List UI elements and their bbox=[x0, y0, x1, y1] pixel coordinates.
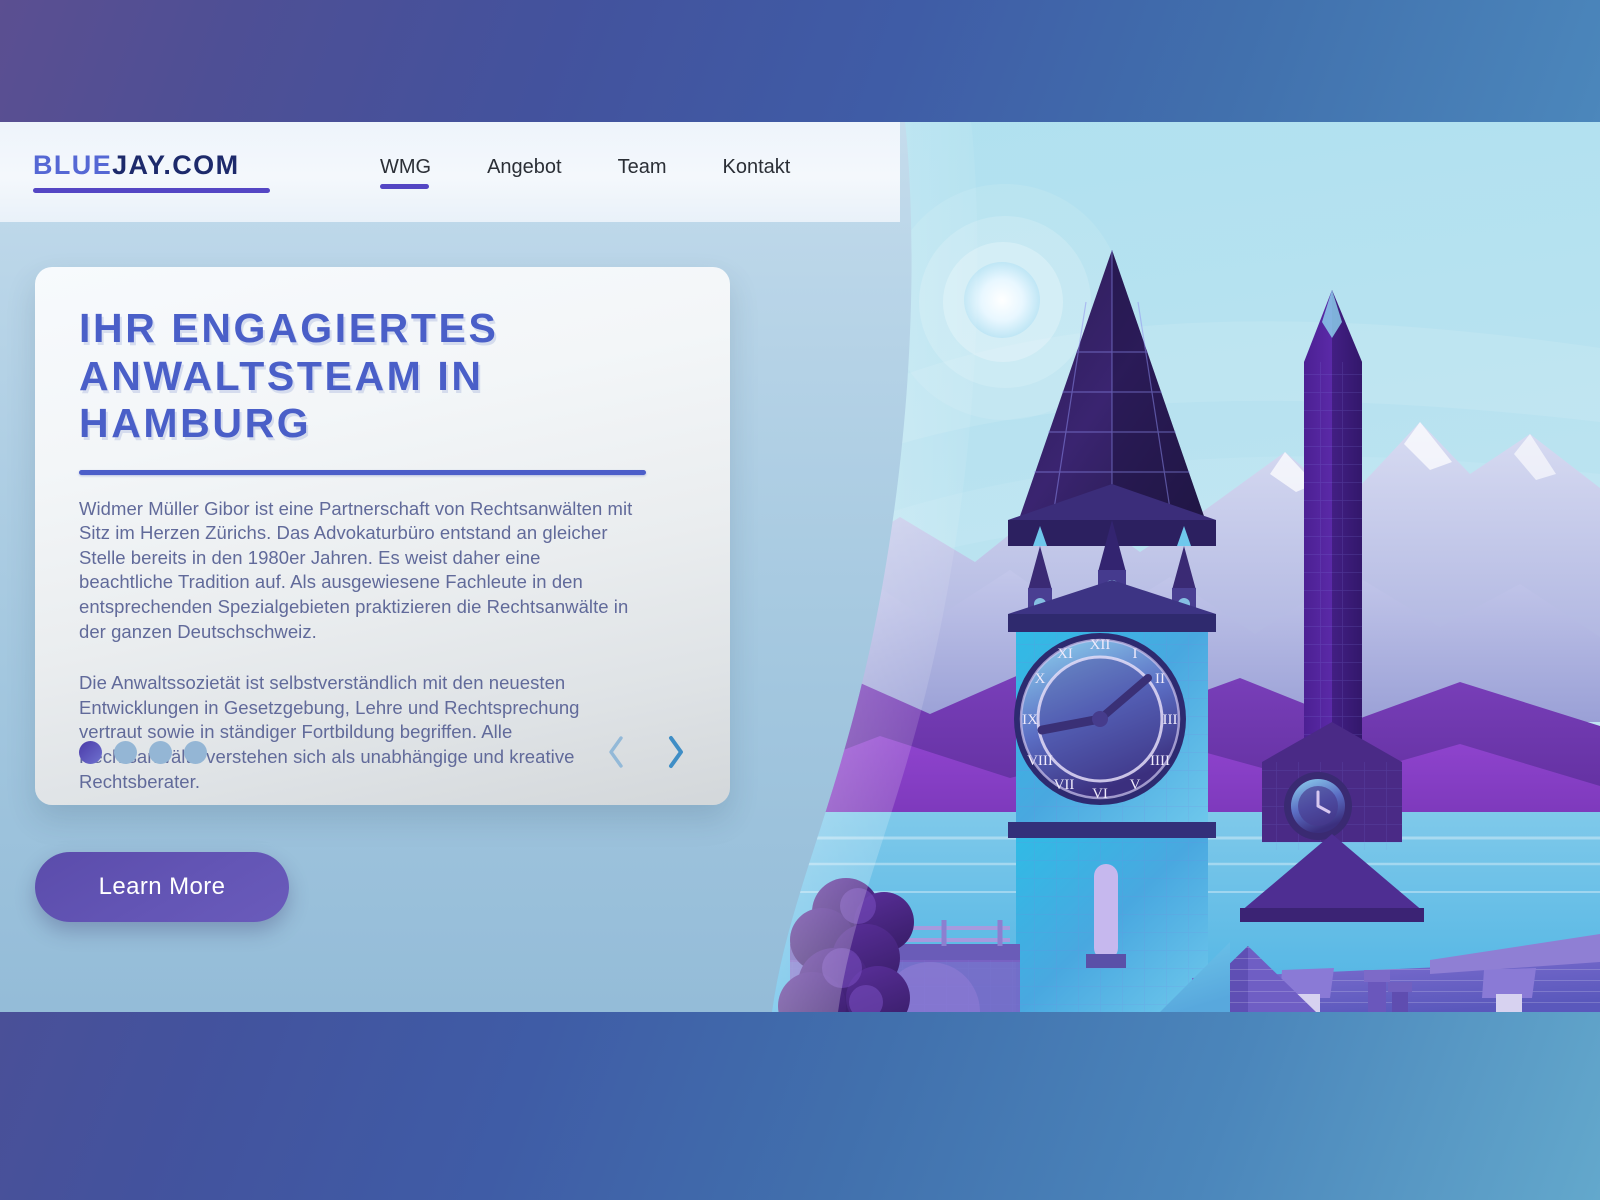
svg-text:IX: IX bbox=[1022, 712, 1038, 728]
nav-item-team[interactable]: Team bbox=[618, 156, 667, 189]
logo-text-blue: BLUE bbox=[33, 149, 113, 180]
svg-text:VII: VII bbox=[1054, 777, 1075, 793]
nav-item-kontakt[interactable]: Kontakt bbox=[723, 156, 791, 189]
svg-text:VIII: VIII bbox=[1027, 753, 1053, 769]
carousel-dots bbox=[79, 740, 207, 764]
svg-text:IIII: IIII bbox=[1150, 753, 1170, 769]
site-header: BLUEJAY.COM WMG Angebot Team Kontakt bbox=[0, 122, 900, 222]
svg-text:XII: XII bbox=[1090, 637, 1111, 653]
svg-text:VI: VI bbox=[1092, 786, 1108, 802]
logo-underline bbox=[33, 187, 270, 193]
logo-text-dark: JAY.COM bbox=[112, 149, 240, 180]
learn-more-button[interactable]: Learn More bbox=[35, 852, 289, 922]
chevron-left-icon[interactable] bbox=[606, 735, 626, 769]
nav-item-wmg[interactable]: WMG bbox=[380, 156, 431, 189]
page-title: IHR ENGAGIERTES ANWALTSTEAM IN HAMBURG bbox=[79, 305, 686, 448]
heading-line-1: IHR ENGAGIERTES bbox=[79, 305, 499, 351]
outer-frame: XII I II III IIII V VI VII VIII IX X XI … bbox=[0, 0, 1600, 1200]
svg-text:X: X bbox=[1035, 671, 1046, 687]
carousel-dot-3[interactable] bbox=[149, 740, 172, 764]
carousel-arrows bbox=[606, 735, 686, 769]
logo[interactable]: BLUEJAY.COM bbox=[33, 149, 270, 193]
svg-text:XI: XI bbox=[1057, 646, 1073, 662]
hero-paragraph-1: Widmer Müller Gibor ist eine Partnerscha… bbox=[79, 497, 633, 642]
svg-text:III: III bbox=[1163, 712, 1178, 728]
carousel-dot-4[interactable] bbox=[184, 740, 207, 764]
browser-page: XII I II III IIII V VI VII VIII IX X XI … bbox=[0, 122, 1600, 1012]
carousel-dot-2[interactable] bbox=[114, 740, 137, 764]
title-divider bbox=[79, 469, 646, 475]
chevron-right-icon[interactable] bbox=[666, 735, 686, 769]
svg-text:II: II bbox=[1155, 671, 1165, 687]
main-nav: WMG Angebot Team Kontakt bbox=[380, 156, 790, 189]
svg-text:V: V bbox=[1130, 777, 1141, 793]
nav-item-angebot[interactable]: Angebot bbox=[487, 156, 562, 189]
hero-card: IHR ENGAGIERTES ANWALTSTEAM IN HAMBURG W… bbox=[35, 267, 730, 805]
clock-face: XII I II III IIII V VI VII VIII IX X XI bbox=[1014, 633, 1186, 805]
heading-line-2: ANWALTSTEAM IN bbox=[79, 352, 484, 399]
carousel-controls bbox=[79, 735, 686, 769]
hero-paragraph-2: Die Anwaltssozietät ist selbstverständli… bbox=[79, 672, 580, 792]
heading-line-3: HAMBURG bbox=[79, 400, 312, 447]
logo-text: BLUEJAY.COM bbox=[33, 149, 240, 180]
carousel-dot-1[interactable] bbox=[79, 740, 102, 764]
svg-text:I: I bbox=[1133, 646, 1138, 662]
